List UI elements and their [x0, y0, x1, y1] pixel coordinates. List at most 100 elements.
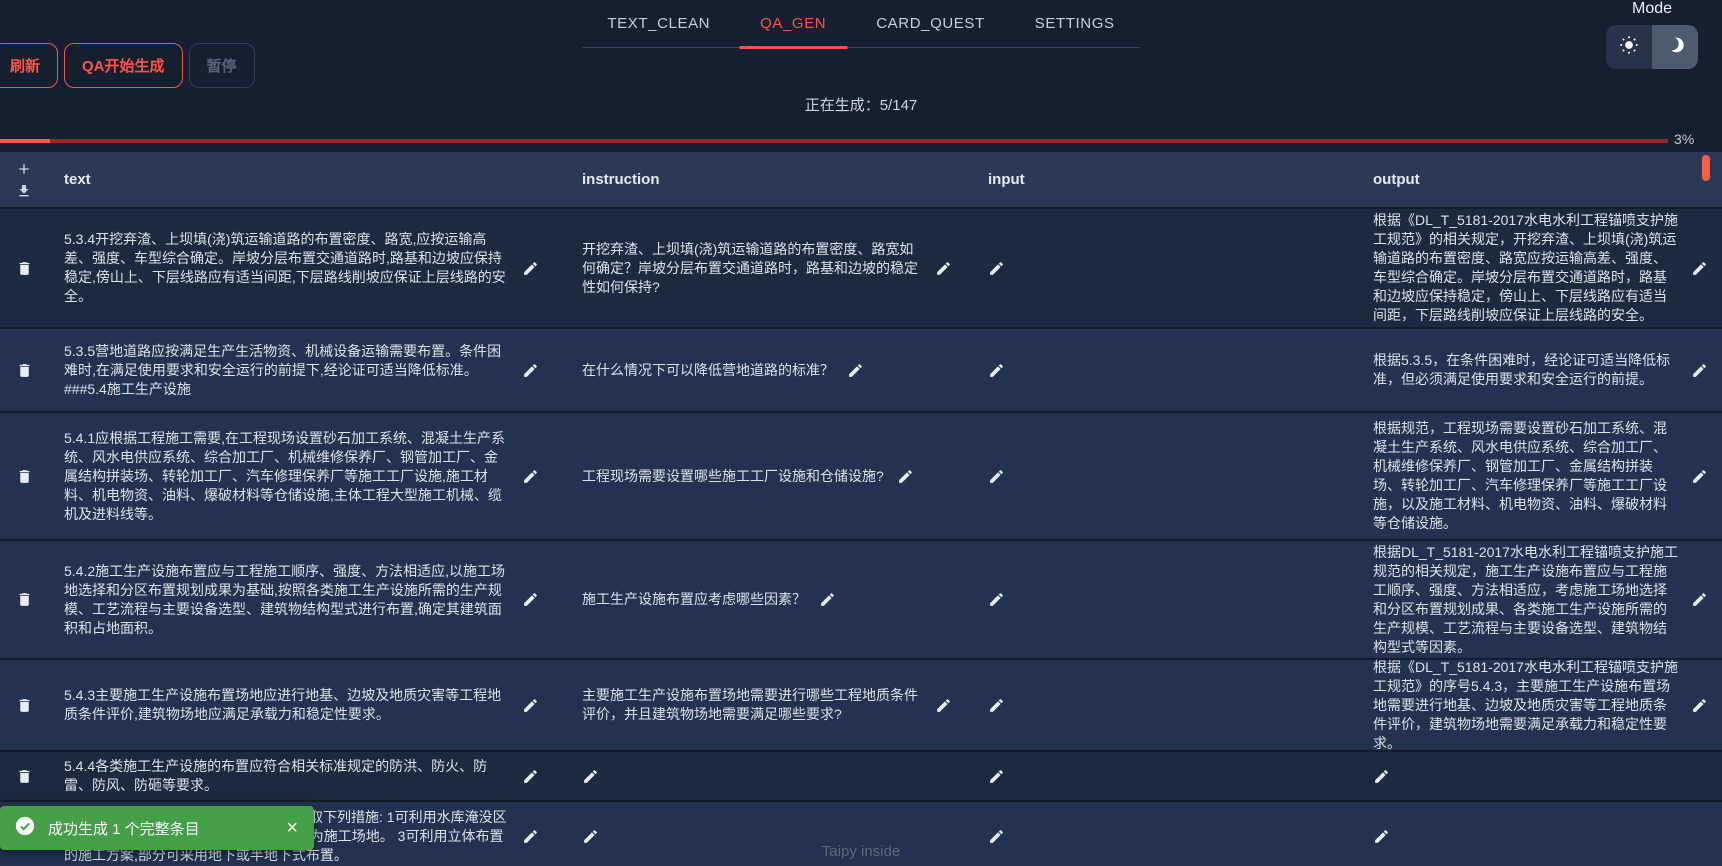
cell-output-value: 根据《DL_T_5181-2017水电水利工程锚喷支护施工规范》的相关规定，开挖…	[1373, 211, 1678, 325]
toast-close-icon[interactable]: ×	[284, 818, 300, 838]
refresh-button[interactable]: 刷新	[0, 43, 58, 88]
cell-instruction: 施工生产设施布置应考虑哪些因素？	[562, 541, 976, 658]
cell-output-value: 根据规范，工程现场需要设置砂石加工系统、混凝土生产系统、风水电供应系统、综合加工…	[1373, 419, 1678, 533]
theme-toggle	[1606, 25, 1698, 69]
cell-input	[976, 413, 1363, 539]
column-header-text[interactable]: text	[48, 152, 562, 207]
cell-instruction: 在什么情况下可以降低营地道路的标准？	[562, 329, 976, 411]
cell-output: 根据DL_T_5181-2017水电水利工程锚喷支护施工规范的相关规定，施工生产…	[1363, 541, 1722, 658]
row-tool-cell	[0, 752, 48, 800]
edit-text-icon[interactable]	[522, 260, 539, 277]
row-tool-cell	[0, 660, 48, 750]
download-icon[interactable]	[16, 183, 32, 199]
cell-output-value: 根据5.3.5，在条件困难时，经论证可适当降低标准，但必须满足使用要求和安全运行…	[1373, 351, 1678, 389]
generation-status: 正在生成：5/147	[0, 94, 1722, 115]
row-tool-cell	[0, 541, 48, 658]
cell-input	[976, 541, 1363, 658]
tab-settings[interactable]: SETTINGS	[1010, 0, 1140, 47]
column-header-output[interactable]: output	[1363, 152, 1722, 207]
cell-instruction-value: 在什么情况下可以降低营地道路的标准？	[582, 361, 834, 380]
edit-instruction-icon[interactable]	[935, 260, 952, 277]
cell-input	[976, 802, 1363, 866]
edit-output-icon[interactable]	[1373, 828, 1390, 845]
cell-text-value: 5.3.5营地道路应按满足生产生活物资、机械设备运输需要布置。条件困难时,在满足…	[64, 342, 509, 399]
cell-text-value: 5.4.1应根据工程施工需要,在工程现场设置砂石加工系统、混凝土生产系统、风水电…	[64, 429, 509, 524]
edit-output-icon[interactable]	[1691, 362, 1708, 379]
delete-row-icon[interactable]	[16, 468, 33, 485]
mode-label: Mode	[1606, 0, 1698, 18]
qa-generation-app: TEXT_CLEAN QA_GEN CARD_QUEST SETTINGS Mo…	[0, 0, 1722, 866]
edit-instruction-icon[interactable]	[935, 697, 952, 714]
edit-input-icon[interactable]	[988, 468, 1005, 485]
taipy-brand: Taipy inside	[822, 843, 900, 860]
progress-percent-label: 3%	[1674, 131, 1694, 147]
edit-input-icon[interactable]	[988, 697, 1005, 714]
tab-qa-gen[interactable]: QA_GEN	[735, 0, 851, 47]
qa-data-table: text instruction input output 5.3.4开挖弃渣、…	[0, 152, 1722, 866]
cell-instruction-value: 开挖弃渣、上坝填(浇)筑运输道路的布置密度、路宽如何确定？岸坡分层布置交通道路时…	[582, 240, 922, 297]
add-row-icon[interactable]	[16, 161, 32, 177]
progress-bar-fill	[0, 139, 50, 143]
edit-instruction-icon[interactable]	[819, 591, 836, 608]
top-tab-bar: TEXT_CLEAN QA_GEN CARD_QUEST SETTINGS	[582, 0, 1139, 48]
cell-instruction: 工程现场需要设置哪些施工工厂设施和仓储设施?	[562, 413, 976, 539]
light-mode-button[interactable]	[1606, 25, 1652, 69]
moon-icon	[1664, 34, 1686, 61]
edit-input-icon[interactable]	[988, 362, 1005, 379]
delete-row-icon[interactable]	[16, 697, 33, 714]
dark-mode-button[interactable]	[1652, 25, 1698, 69]
pause-button[interactable]: 暂停	[189, 43, 255, 88]
cell-text: 5.4.2施工生产设施布置应与工程施工顺序、强度、方法相适应,以施工场地选择和分…	[48, 541, 562, 658]
edit-instruction-icon[interactable]	[847, 362, 864, 379]
edit-instruction-icon[interactable]	[897, 468, 914, 485]
delete-row-icon[interactable]	[16, 260, 33, 277]
edit-output-icon[interactable]	[1373, 768, 1390, 785]
cell-instruction-value: 工程现场需要设置哪些施工工厂设施和仓储设施?	[582, 467, 884, 486]
edit-output-icon[interactable]	[1691, 468, 1708, 485]
edit-output-icon[interactable]	[1691, 697, 1708, 714]
table-row: 5.4.1应根据工程施工需要,在工程现场设置砂石加工系统、混凝土生产系统、风水电…	[0, 411, 1722, 539]
cell-text-value: 5.3.4开挖弃渣、上坝填(浇)筑运输道路的布置密度、路宽,应按运输高差、强度、…	[64, 230, 509, 306]
edit-input-icon[interactable]	[988, 768, 1005, 785]
success-toast: 成功生成 1 个完整条目 ×	[0, 806, 314, 850]
edit-instruction-icon[interactable]	[582, 768, 599, 785]
row-tool-cell	[0, 209, 48, 327]
vertical-scrollbar-thumb[interactable]	[1702, 155, 1710, 181]
edit-output-icon[interactable]	[1691, 591, 1708, 608]
cell-output-value: 根据DL_T_5181-2017水电水利工程锚喷支护施工规范的相关规定，施工生产…	[1373, 543, 1678, 657]
check-circle-icon	[14, 815, 36, 842]
cell-instruction-value: 施工生产设施布置应考虑哪些因素？	[582, 590, 806, 609]
edit-text-icon[interactable]	[522, 828, 539, 845]
delete-row-icon[interactable]	[16, 591, 33, 608]
cell-output: 根据规范，工程现场需要设置砂石加工系统、混凝土生产系统、风水电供应系统、综合加工…	[1363, 413, 1722, 539]
tab-card-quest[interactable]: CARD_QUEST	[851, 0, 1010, 47]
cell-output: 根据《DL_T_5181-2017水电水利工程锚喷支护施工规范》的序号5.4.3…	[1363, 660, 1722, 750]
tab-text-clean[interactable]: TEXT_CLEAN	[582, 0, 735, 47]
table-row: 5.4.4各类施工生产设施的布置应符合相关标准规定的防洪、防火、防雷、防风、防砸…	[0, 750, 1722, 800]
delete-row-icon[interactable]	[16, 362, 33, 379]
edit-text-icon[interactable]	[522, 768, 539, 785]
column-header-input[interactable]: input	[976, 152, 1363, 207]
edit-text-icon[interactable]	[522, 591, 539, 608]
qa-start-button[interactable]: QA开始生成	[64, 43, 183, 88]
cell-text-value: 5.4.4各类施工生产设施的布置应符合相关标准规定的防洪、防火、防雷、防风、防砸…	[64, 757, 509, 795]
edit-instruction-icon[interactable]	[582, 828, 599, 845]
column-header-instruction[interactable]: instruction	[562, 152, 976, 207]
cell-input	[976, 329, 1363, 411]
cell-input	[976, 660, 1363, 750]
edit-text-icon[interactable]	[522, 468, 539, 485]
edit-input-icon[interactable]	[988, 591, 1005, 608]
cell-output: 根据5.3.5，在条件困难时，经论证可适当降低标准，但必须满足使用要求和安全运行…	[1363, 329, 1722, 411]
cell-output	[1363, 752, 1722, 800]
edit-output-icon[interactable]	[1691, 260, 1708, 277]
toast-message: 成功生成 1 个完整条目	[48, 818, 272, 839]
delete-row-icon[interactable]	[16, 768, 33, 785]
cell-input	[976, 209, 1363, 327]
edit-input-icon[interactable]	[988, 260, 1005, 277]
edit-input-icon[interactable]	[988, 828, 1005, 845]
edit-text-icon[interactable]	[522, 362, 539, 379]
edit-text-icon[interactable]	[522, 697, 539, 714]
cell-output-value: 根据《DL_T_5181-2017水电水利工程锚喷支护施工规范》的序号5.4.3…	[1373, 658, 1678, 753]
cell-text: 5.4.3主要施工生产设施布置场地应进行地基、边坡及地质灾害等工程地质条件评价,…	[48, 660, 562, 750]
cell-text: 5.4.1应根据工程施工需要,在工程现场设置砂石加工系统、混凝土生产系统、风水电…	[48, 413, 562, 539]
